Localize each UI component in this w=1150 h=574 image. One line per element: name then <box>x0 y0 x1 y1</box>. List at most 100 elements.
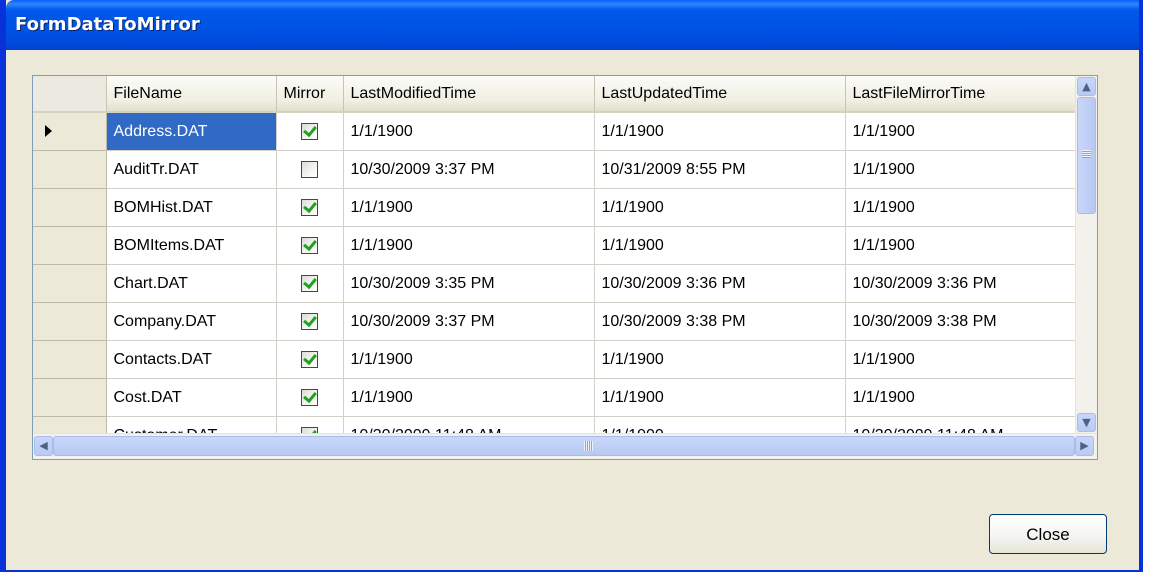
last-modified-cell[interactable]: 1/1/1900 <box>343 378 595 417</box>
scroll-left-button[interactable]: ◀ <box>34 436 53 456</box>
last-updated-cell[interactable]: 1/1/1900 <box>594 340 846 379</box>
mirror-checkbox[interactable] <box>301 274 318 292</box>
last-updated-cell[interactable]: 1/1/1900 <box>594 416 846 433</box>
row-header-cell[interactable] <box>33 302 107 341</box>
table-row[interactable]: Cost.DAT 1/1/1900 1/1/1900 1/1/1900 <box>33 378 1097 417</box>
last-file-mirror-cell[interactable]: 10/30/2009 3:38 PM <box>845 302 1097 341</box>
table-row[interactable]: AuditTr.DAT 10/30/2009 3:37 PM 10/31/2009 … <box>33 150 1097 189</box>
column-header-filename[interactable]: FileName <box>106 76 277 113</box>
last-modified-cell[interactable]: 10/30/2009 3:37 PM <box>343 150 595 189</box>
filename-cell[interactable]: Chart.DAT <box>106 264 277 303</box>
filename-cell[interactable]: Address.DAT <box>106 112 277 151</box>
scroll-right-icon: ▶ <box>1080 439 1089 452</box>
mirror-cell[interactable] <box>276 378 344 417</box>
column-header-last-file-mirror[interactable]: LastFileMirrorTime <box>845 76 1097 113</box>
mirror-cell[interactable] <box>276 226 344 265</box>
filename-cell[interactable]: Company.DAT <box>106 302 277 341</box>
data-grid[interactable]: FileName Mirror LastModifiedTime LastUpd… <box>32 75 1098 460</box>
mirror-checkbox[interactable] <box>301 388 318 406</box>
mirror-checkbox[interactable] <box>301 198 318 216</box>
mirror-checkbox[interactable] <box>301 236 318 254</box>
scroll-right-button[interactable]: ▶ <box>1075 436 1094 456</box>
scroll-up-button[interactable]: ▲ <box>1077 77 1096 96</box>
row-header-cell[interactable] <box>33 112 107 151</box>
table-row[interactable]: Address.DAT 1/1/1900 1/1/1900 1/1/1900 <box>33 112 1097 151</box>
filename-cell[interactable]: Customer.DAT <box>106 416 277 433</box>
last-modified-cell[interactable]: 1/1/1900 <box>343 188 595 227</box>
mirror-checkbox[interactable] <box>301 312 318 330</box>
table-row[interactable]: BOMHist.DAT 1/1/1900 1/1/1900 1/1/1900 <box>33 188 1097 227</box>
mirror-checkbox[interactable] <box>301 160 318 178</box>
last-updated-cell[interactable]: 10/31/2009 8:55 PM <box>594 150 846 189</box>
scroll-up-icon: ▲ <box>1082 80 1091 93</box>
last-updated-cell[interactable]: 10/30/2009 3:36 PM <box>594 264 846 303</box>
window-title: FormDataToMirror <box>15 14 200 35</box>
grip-icon <box>1082 150 1091 158</box>
last-modified-cell[interactable]: 1/1/1900 <box>343 340 595 379</box>
column-header-mirror[interactable]: Mirror <box>276 76 344 113</box>
mirror-cell[interactable] <box>276 302 344 341</box>
mirror-checkbox[interactable] <box>301 350 318 368</box>
title-bar[interactable]: FormDataToMirror <box>6 0 1139 50</box>
last-file-mirror-cell[interactable]: 10/30/2009 3:36 PM <box>845 264 1097 303</box>
last-modified-cell[interactable]: 1/1/1900 <box>343 112 595 151</box>
last-file-mirror-cell[interactable]: 1/1/1900 <box>845 150 1097 189</box>
last-modified-cell[interactable]: 1/1/1900 <box>343 226 595 265</box>
last-updated-cell[interactable]: 10/30/2009 3:38 PM <box>594 302 846 341</box>
horizontal-scroll-thumb[interactable] <box>53 436 1075 456</box>
grid-viewport: FileName Mirror LastModifiedTime LastUpd… <box>33 76 1097 433</box>
filename-cell[interactable]: BOMHist.DAT <box>106 188 277 227</box>
last-file-mirror-cell[interactable]: 1/1/1900 <box>845 340 1097 379</box>
last-file-mirror-cell[interactable]: 1/1/1900 <box>845 226 1097 265</box>
filename-cell[interactable]: Cost.DAT <box>106 378 277 417</box>
column-header-last-modified[interactable]: LastModifiedTime <box>343 76 595 113</box>
row-pointer-icon <box>45 125 52 137</box>
last-modified-cell[interactable]: 10/30/2009 11:48 AM <box>343 416 595 433</box>
mirror-cell[interactable] <box>276 264 344 303</box>
horizontal-scrollbar[interactable]: ◀ ▶ <box>33 433 1097 459</box>
column-header-last-updated[interactable]: LastUpdatedTime <box>594 76 846 113</box>
table-row[interactable]: BOMItems.DAT 1/1/1900 1/1/1900 1/1/1900 <box>33 226 1097 265</box>
filename-cell[interactable]: BOMItems.DAT <box>106 226 277 265</box>
last-file-mirror-cell[interactable]: 1/1/1900 <box>845 378 1097 417</box>
vertical-scrollbar[interactable]: ▲ ▼ <box>1075 76 1097 433</box>
mirror-checkbox[interactable] <box>301 122 318 140</box>
scroll-down-button[interactable]: ▼ <box>1077 413 1096 432</box>
row-header-cell[interactable] <box>33 416 107 433</box>
row-header-cell[interactable] <box>33 378 107 417</box>
filename-cell[interactable]: Contacts.DAT <box>106 340 277 379</box>
last-updated-cell[interactable]: 1/1/1900 <box>594 188 846 227</box>
grip-icon <box>584 441 593 451</box>
form-window: FormDataToMirror FileName Mirror LastMod… <box>0 0 1143 572</box>
last-updated-cell[interactable]: 1/1/1900 <box>594 226 846 265</box>
last-file-mirror-cell[interactable]: 10/30/2009 11:48 AM <box>845 416 1097 433</box>
scroll-left-icon: ◀ <box>39 439 48 452</box>
last-modified-cell[interactable]: 10/30/2009 3:35 PM <box>343 264 595 303</box>
last-file-mirror-cell[interactable]: 1/1/1900 <box>845 112 1097 151</box>
mirror-cell[interactable] <box>276 188 344 227</box>
header-row: FileName Mirror LastModifiedTime LastUpd… <box>33 76 1097 113</box>
table-row[interactable]: Chart.DAT 10/30/2009 3:35 PM 10/30/2009 3:… <box>33 264 1097 303</box>
table-row[interactable]: Contacts.DAT 1/1/1900 1/1/1900 1/1/1900 <box>33 340 1097 379</box>
corner-header-cell[interactable] <box>33 76 107 113</box>
last-file-mirror-cell[interactable]: 1/1/1900 <box>845 188 1097 227</box>
row-header-cell[interactable] <box>33 340 107 379</box>
row-header-cell[interactable] <box>33 188 107 227</box>
row-header-cell[interactable] <box>33 264 107 303</box>
grid-table: FileName Mirror LastModifiedTime LastUpd… <box>33 76 1097 433</box>
close-button[interactable]: Close <box>989 514 1107 554</box>
last-updated-cell[interactable]: 1/1/1900 <box>594 112 846 151</box>
scroll-down-icon: ▼ <box>1082 416 1091 429</box>
row-header-cell[interactable] <box>33 226 107 265</box>
filename-cell[interactable]: AuditTr.DAT <box>106 150 277 189</box>
mirror-cell[interactable] <box>276 150 344 189</box>
row-header-cell[interactable] <box>33 150 107 189</box>
mirror-cell[interactable] <box>276 416 344 433</box>
mirror-cell[interactable] <box>276 340 344 379</box>
last-modified-cell[interactable]: 10/30/2009 3:37 PM <box>343 302 595 341</box>
vertical-scroll-thumb[interactable] <box>1077 97 1096 214</box>
table-row[interactable]: Customer.DAT 10/30/2009 11:48 AM1/1/19001… <box>33 416 1097 433</box>
mirror-cell[interactable] <box>276 112 344 151</box>
table-row[interactable]: Company.DAT 10/30/2009 3:37 PM 10/30/2009 … <box>33 302 1097 341</box>
last-updated-cell[interactable]: 1/1/1900 <box>594 378 846 417</box>
